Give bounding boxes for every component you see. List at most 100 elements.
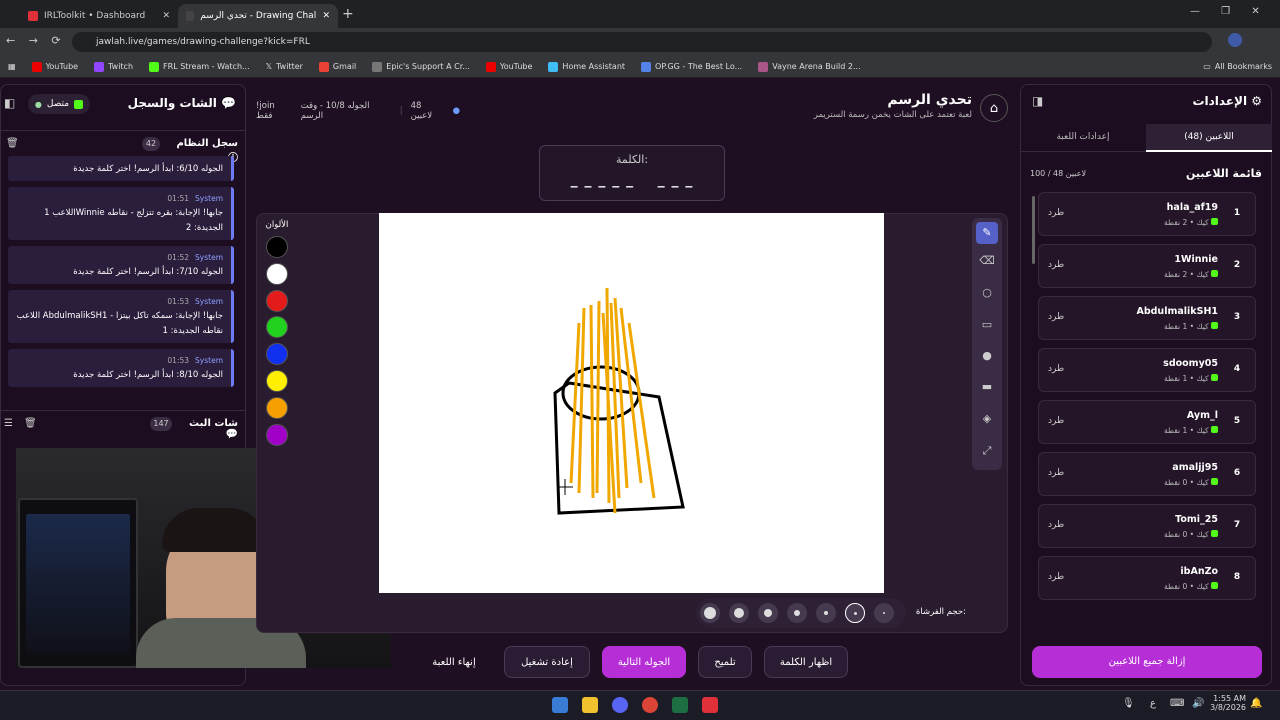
- filled-rectangle-tool-icon[interactable]: ▬: [976, 380, 998, 393]
- status-badge: ● متصل: [28, 94, 90, 114]
- tab-players[interactable]: اللاعبين (48): [1146, 124, 1272, 152]
- color-swatch[interactable]: [266, 370, 288, 392]
- player-name: hala_af19: [1166, 202, 1218, 213]
- end-game-button[interactable]: إنهاء اللعبة: [418, 646, 490, 678]
- player-name: 1Winnie: [1174, 254, 1218, 265]
- player-meta: كيك • 2 نقطة: [1100, 218, 1218, 227]
- drawing-sketch: [553, 287, 685, 515]
- circle-tool-icon[interactable]: ○: [976, 286, 998, 299]
- discord-icon[interactable]: [612, 697, 628, 713]
- home-button[interactable]: ⌂: [980, 94, 1008, 122]
- bookmark-epic[interactable]: Epic's Support A Cr...: [364, 61, 478, 72]
- chrome-icon[interactable]: [642, 697, 658, 713]
- nav-buttons[interactable]: ← → ⟳: [6, 34, 61, 47]
- tab-irltoolkit[interactable]: IRLToolkit • Dashboard ✕: [20, 4, 178, 28]
- bookmark-frl-stream[interactable]: FRL Stream - Watch...: [141, 61, 258, 72]
- speaker-icon[interactable]: 🔊: [1192, 698, 1204, 709]
- kick-player-button[interactable]: طرد: [1048, 260, 1064, 270]
- notification-icon[interactable]: 🔔: [1250, 698, 1262, 709]
- brush-dot-icon: [794, 610, 800, 616]
- file-explorer-icon[interactable]: [582, 697, 598, 713]
- brush-size-option[interactable]: [845, 603, 865, 623]
- player-meta: كيك • 1 نقطة: [1100, 322, 1218, 331]
- bookmark-twitch[interactable]: Twitch: [86, 61, 141, 72]
- bookmark-vayne[interactable]: Vayne Arena Build 2...: [750, 61, 868, 72]
- close-icon[interactable]: ✕: [162, 11, 170, 21]
- color-swatch[interactable]: [266, 289, 288, 312]
- bookmark-home-assistant[interactable]: Home Assistant: [540, 61, 633, 72]
- all-bookmarks[interactable]: ▭ All Bookmarks: [1195, 62, 1280, 71]
- list-item: 01:53 System الجوله 8/10: ابدأ الرسم! اخت…: [8, 349, 234, 387]
- kick-player-button[interactable]: طرد: [1048, 468, 1064, 478]
- filled-circle-tool-icon[interactable]: ●: [976, 349, 998, 362]
- brush-size-option[interactable]: [874, 603, 894, 623]
- url-input[interactable]: jawlah.live/games/drawing-challenge?kick…: [72, 32, 1212, 52]
- pen-tool-icon[interactable]: ✎: [976, 222, 998, 244]
- tab-game-settings[interactable]: إعدادات اللعبة: [1020, 124, 1146, 152]
- chat-title: شات البث 💬: [189, 418, 238, 440]
- kick-player-button[interactable]: طرد: [1048, 208, 1064, 218]
- list-icon[interactable]: ☰: [4, 418, 13, 429]
- player-rank: 2: [1233, 260, 1241, 270]
- kick-player-button[interactable]: طرد: [1048, 312, 1064, 322]
- next-round-button[interactable]: الجوله التالية: [602, 646, 686, 678]
- line-tool-icon[interactable]: ⤢: [976, 444, 998, 458]
- bookmark-youtube-2[interactable]: YouTube: [478, 61, 541, 72]
- color-swatch[interactable]: [266, 236, 288, 258]
- color-swatch[interactable]: [266, 262, 288, 285]
- show-word-button[interactable]: اظهار الكلمة: [764, 646, 848, 678]
- new-tab-button[interactable]: +: [342, 6, 354, 22]
- remove-all-players-button[interactable]: إزالة جميع اللاعبين: [1032, 646, 1262, 678]
- list-item: 01:53 System اللاعب AbdulmalikSH1 جابها! …: [8, 290, 234, 343]
- restart-button[interactable]: إعادة تشغيل: [504, 646, 590, 678]
- jawlah-icon: [186, 11, 195, 21]
- scrollbar[interactable]: [1032, 196, 1035, 264]
- irltoolkit-app-icon[interactable]: [702, 697, 718, 713]
- player-row: [1038, 452, 1256, 496]
- bookmark-twitter[interactable]: 𝕏 Twitter: [258, 62, 311, 71]
- language-indicator[interactable]: ع: [1150, 698, 1156, 709]
- excel-icon[interactable]: [672, 697, 688, 713]
- collapse-left-icon[interactable]: ◧: [4, 96, 15, 110]
- settings-title: الإعدادات ⚙: [1192, 94, 1262, 108]
- game-title: تحدي الرسم: [887, 92, 972, 108]
- kick-player-button[interactable]: طرد: [1048, 416, 1064, 426]
- apps-icon[interactable]: ▦: [0, 62, 24, 71]
- tab-drawing-challenge[interactable]: تحدي الرسم - Drawing Challenge ✕: [178, 4, 338, 28]
- bookmark-gmail[interactable]: Gmail: [311, 61, 364, 72]
- trash-icon[interactable]: 🗑: [6, 138, 19, 149]
- brush-size-option[interactable]: [700, 603, 720, 623]
- bookmark-opgg[interactable]: OP.GG - The Best Lo...: [633, 61, 750, 72]
- brush-size-option[interactable]: [787, 603, 807, 623]
- avatar[interactable]: [1228, 33, 1242, 47]
- mic-icon[interactable]: 🎙: [1122, 698, 1135, 709]
- color-swatch[interactable]: [266, 396, 288, 419]
- kick-player-button[interactable]: طرد: [1048, 572, 1064, 582]
- brush-size-options: [700, 603, 902, 623]
- list-item: الجوله 6/10: ابدأ الرسم! اختر كلمة جديدة: [8, 156, 234, 181]
- network-icon[interactable]: ⌨: [1170, 698, 1184, 709]
- brush-size-option[interactable]: [729, 603, 749, 623]
- irltoolkit-icon: [28, 11, 38, 21]
- fill-bucket-icon[interactable]: ◈: [976, 412, 998, 425]
- kick-player-button[interactable]: طرد: [1048, 364, 1064, 374]
- kick-player-button[interactable]: طرد: [1048, 520, 1064, 530]
- rectangle-tool-icon[interactable]: ▭: [976, 318, 998, 331]
- trash-icon[interactable]: 🗑: [24, 418, 37, 429]
- clock[interactable]: 1:55 AM 3/8/2026: [1206, 694, 1246, 712]
- streamer-hair-image: [162, 508, 266, 552]
- brush-size-option[interactable]: [816, 603, 836, 623]
- player-rank: 5: [1233, 416, 1241, 426]
- close-icon[interactable]: ✕: [322, 11, 330, 21]
- bookmark-youtube[interactable]: YouTube: [24, 61, 87, 72]
- word-box: الكلمة: _ _ _ _ _ _ _ _: [539, 145, 725, 201]
- eraser-tool-icon[interactable]: ⌫: [976, 254, 998, 267]
- drawing-canvas[interactable]: [379, 213, 884, 593]
- collapse-right-icon[interactable]: ◨: [1032, 94, 1043, 108]
- window-controls[interactable]: — ❐ ✕: [1190, 6, 1260, 17]
- color-swatch[interactable]: [266, 423, 288, 446]
- game-subtitle: لعبة تعتمد على الشات يخمن رسمة الستريمر: [813, 110, 972, 120]
- hint-button[interactable]: تلميح: [698, 646, 752, 678]
- start-icon[interactable]: [552, 697, 568, 713]
- brush-size-option[interactable]: [758, 603, 778, 623]
